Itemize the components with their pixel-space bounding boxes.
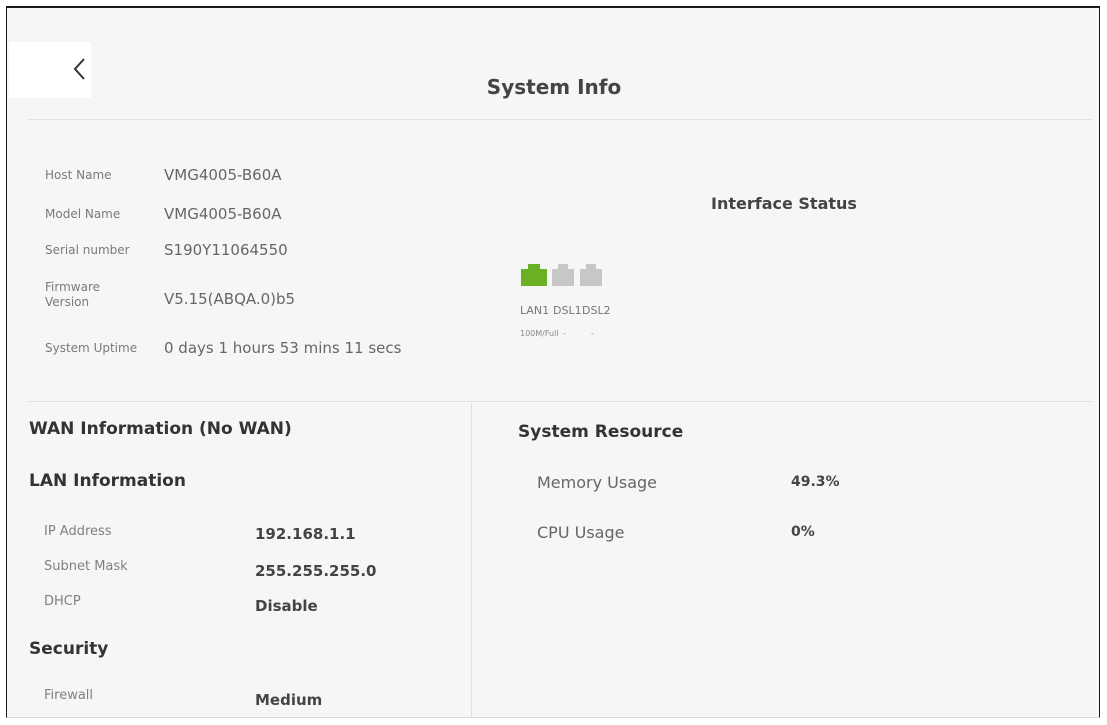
port-name: DSL1: [553, 304, 582, 317]
column-divider: [471, 403, 472, 717]
interface-status-title: Interface Status: [711, 194, 857, 213]
security-title: Security: [29, 639, 109, 659]
lan-label: DHCP: [44, 594, 81, 609]
lan-value: 192.168.1.1: [255, 525, 356, 543]
info-label: System Uptime: [45, 341, 138, 355]
wan-info-title: WAN Information (No WAN): [29, 419, 292, 439]
dsl1-port-icon: [552, 264, 574, 290]
info-label: Host Name: [45, 168, 112, 182]
info-label: Serial number: [45, 243, 130, 257]
section-divider: [27, 401, 1093, 402]
port-speed: -: [563, 329, 566, 338]
info-label: Model Name: [45, 207, 121, 221]
title-divider: [27, 119, 1093, 120]
info-value: S190Y11064550: [164, 241, 288, 259]
port-speed: -: [591, 329, 594, 338]
lan-label: IP Address: [44, 524, 112, 539]
memory-usage-value: 49.3%: [791, 474, 840, 490]
cpu-usage-value: 0%: [791, 524, 815, 540]
page-title: System Info: [486, 75, 622, 99]
system-resource-title: System Resource: [518, 422, 684, 442]
info-value: VMG4005-B60A: [164, 166, 282, 184]
resource-label: CPU Usage: [537, 523, 625, 542]
lan-value: Disable: [255, 597, 318, 615]
info-value: 0 days 1 hours 53 mins 11 secs: [164, 339, 402, 357]
resource-label: Memory Usage: [537, 473, 658, 492]
port-name: DSL2: [582, 304, 611, 317]
system-info-panel: System Info Host Name VMG4005-B60A Model…: [6, 6, 1100, 718]
port-name: LAN1: [520, 304, 550, 317]
lan-info-title: LAN Information: [29, 471, 186, 491]
lan-label: Subnet Mask: [44, 559, 128, 574]
port-speed: 100M/Full: [520, 329, 559, 338]
lan-value: 255.255.255.0: [255, 562, 377, 580]
info-value: VMG4005-B60A: [164, 205, 282, 223]
info-value: V5.15(ABQA.0)b5: [164, 290, 296, 308]
dsl2-port-icon: [580, 264, 602, 290]
security-value: Medium: [255, 691, 323, 709]
security-label: Firewall: [44, 688, 94, 703]
info-label: Firmware Version: [45, 280, 100, 309]
lan1-port-icon: [521, 264, 547, 290]
